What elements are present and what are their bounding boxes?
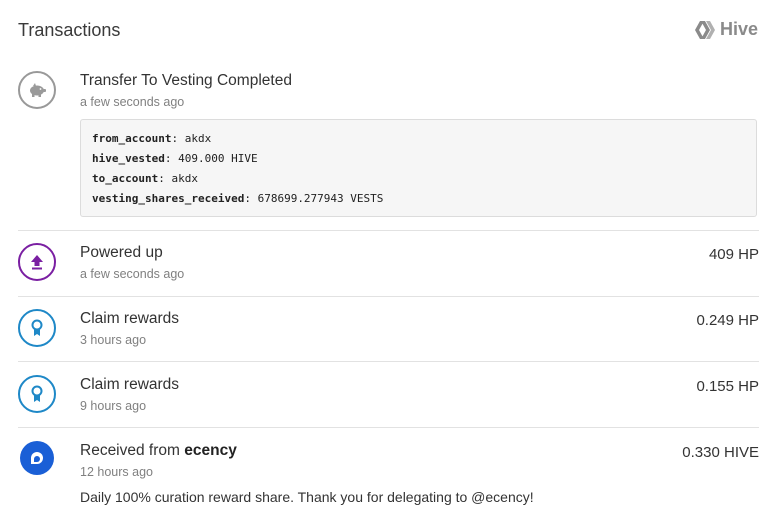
hive-chain-label[interactable]: Hive (694, 19, 758, 40)
divider (18, 296, 759, 297)
piggy-bank-icon (18, 71, 56, 109)
transaction-name: Powered up (80, 244, 163, 261)
transaction-name: Received from ecency (80, 442, 237, 460)
divider (18, 427, 759, 428)
reward-ribbon-icon (18, 309, 56, 347)
transaction-time: a few seconds ago (80, 267, 185, 281)
sender-account-link[interactable]: ecency (184, 442, 237, 459)
received-from-label: Received from (80, 442, 180, 459)
reward-ribbon-icon (18, 375, 56, 413)
detail-key: hive_vested (92, 152, 165, 165)
detail-value: akdx (171, 172, 198, 185)
ecency-logo-icon[interactable] (20, 441, 54, 475)
divider (18, 230, 759, 231)
detail-key: vesting_shares_received (92, 192, 245, 205)
detail-value: 409.000 HIVE (178, 152, 258, 165)
detail-row: to_account: akdx (92, 172, 198, 185)
transaction-amount: 0.249 HP (696, 312, 759, 329)
transaction-memo: Daily 100% curation reward share. Thank … (80, 489, 534, 505)
transaction-time: a few seconds ago (80, 95, 185, 109)
detail-row: from_account: akdx (92, 132, 212, 145)
detail-value: 678699.277943 VESTS (257, 192, 384, 205)
transaction-amount: 0.330 HIVE (682, 444, 759, 461)
divider (18, 361, 759, 362)
transaction-name: Claim rewards (80, 310, 180, 327)
hive-logo-icon (694, 20, 715, 39)
transaction-amount: 0.155 HP (696, 378, 759, 395)
transaction-time: 9 hours ago (80, 399, 147, 413)
hive-label: Hive (719, 19, 758, 39)
transaction-amount: 409 HP (708, 246, 759, 263)
operation-details: from_account: akdx hive_vested: 409.000 … (80, 119, 757, 217)
detail-value: akdx (184, 132, 212, 145)
transaction-time: 3 hours ago (80, 333, 147, 347)
transaction-name: Claim rewards (80, 376, 180, 393)
detail-row: vesting_shares_received: 678699.277943 V… (92, 192, 384, 205)
detail-row: hive_vested: 409.000 HIVE (92, 152, 258, 165)
detail-key: to_account (92, 172, 159, 185)
transaction-name: Transfer To Vesting Completed (80, 72, 292, 89)
transactions-header: Transactions Hive (0, 0, 768, 62)
detail-key: from_account (92, 132, 172, 145)
power-up-arrow-icon (18, 243, 56, 281)
transaction-time: 12 hours ago (80, 465, 153, 479)
page-title: Transactions (18, 20, 121, 40)
